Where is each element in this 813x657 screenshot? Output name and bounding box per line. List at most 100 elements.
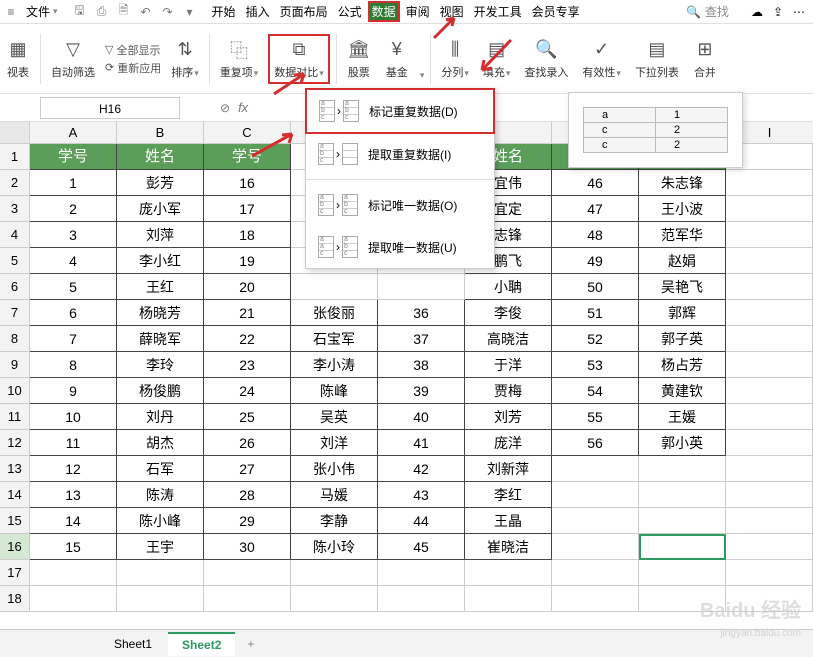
cell[interactable]: 于洋 — [465, 352, 552, 378]
split-button[interactable]: ⫼ 分列▾ — [437, 38, 473, 80]
cell[interactable]: 22 — [204, 326, 291, 352]
cell[interactable]: 郭小英 — [639, 430, 726, 456]
cell[interactable]: 50 — [552, 274, 639, 300]
datatype-more[interactable]: ▾ — [420, 70, 425, 81]
save-icon[interactable]: 🖫 — [72, 4, 88, 20]
cell[interactable]: 吴英 — [291, 404, 378, 430]
tab-formula[interactable]: 公式 — [334, 1, 366, 22]
cell[interactable]: 薛晓军 — [117, 326, 204, 352]
cell[interactable]: 13 — [30, 482, 117, 508]
cloud-icon[interactable]: ☁ — [751, 5, 763, 19]
extract-unique-item[interactable]: aac›abc 提取唯一数据(U) — [306, 226, 494, 268]
cell[interactable]: 王红 — [117, 274, 204, 300]
cell[interactable]: 石军 — [117, 456, 204, 482]
cell[interactable]: 37 — [378, 326, 465, 352]
cell[interactable]: 陈小玲 — [291, 534, 378, 560]
cell[interactable]: 5 — [30, 274, 117, 300]
tab-view[interactable]: 视图 — [436, 1, 468, 22]
mark-unique-item[interactable]: abc›abc 标记唯一数据(O) — [306, 184, 494, 226]
cell[interactable]: 11 — [30, 430, 117, 456]
cell[interactable]: 15 — [30, 534, 117, 560]
cell[interactable]: 46 — [552, 170, 639, 196]
row-header[interactable]: 14 — [0, 482, 30, 508]
row-header[interactable]: 12 — [0, 430, 30, 456]
cell[interactable]: 16 — [204, 170, 291, 196]
tab-dev[interactable]: 开发工具 — [470, 1, 526, 22]
cell[interactable]: 19 — [204, 248, 291, 274]
cell[interactable]: 49 — [552, 248, 639, 274]
extract-duplicate-item[interactable]: abc› 提取重复数据(I) — [306, 133, 494, 175]
sort-button[interactable]: ⇅ 排序▾ — [167, 38, 203, 80]
cell[interactable]: 张小伟 — [291, 456, 378, 482]
col-header-B[interactable]: B — [117, 122, 204, 144]
cell[interactable]: 黄建钦 — [639, 378, 726, 404]
cell[interactable]: 李静 — [291, 508, 378, 534]
cell[interactable]: 学号 — [204, 144, 291, 170]
cell[interactable]: 24 — [204, 378, 291, 404]
cell[interactable]: 马媛 — [291, 482, 378, 508]
cell[interactable]: 彭芳 — [117, 170, 204, 196]
cell[interactable] — [639, 456, 726, 482]
filter-button[interactable]: ▽ 自动筛选 — [47, 38, 99, 80]
cell[interactable]: 张俊丽 — [291, 300, 378, 326]
cell[interactable] — [291, 274, 378, 300]
cell[interactable] — [552, 482, 639, 508]
cell[interactable]: 小聃 — [465, 274, 552, 300]
cell[interactable]: 李俊 — [465, 300, 552, 326]
sheet-tab-2[interactable]: Sheet2 — [168, 632, 235, 656]
qat-more-icon[interactable]: ▾ — [182, 4, 198, 20]
row-header[interactable]: 9 — [0, 352, 30, 378]
pivot-button[interactable]: ▦ 视表 — [2, 38, 34, 80]
row-header[interactable]: 8 — [0, 326, 30, 352]
fx-icon[interactable]: fx — [238, 100, 248, 115]
cell[interactable] — [378, 274, 465, 300]
file-menu[interactable]: 文件 ▾ — [22, 1, 62, 22]
cell[interactable]: 36 — [378, 300, 465, 326]
row-header[interactable]: 5 — [0, 248, 30, 274]
cell[interactable]: 53 — [552, 352, 639, 378]
tab-insert[interactable]: 插入 — [242, 1, 274, 22]
cell[interactable]: 9 — [30, 378, 117, 404]
cell[interactable]: 庞洋 — [465, 430, 552, 456]
col-header-C[interactable]: C — [204, 122, 291, 144]
cell[interactable]: 陈峰 — [291, 378, 378, 404]
select-all-corner[interactable] — [0, 122, 30, 144]
cell[interactable]: 石宝军 — [291, 326, 378, 352]
cell[interactable]: 王晶 — [465, 508, 552, 534]
tab-layout[interactable]: 页面布局 — [276, 1, 332, 22]
cell[interactable]: 王宇 — [117, 534, 204, 560]
cell[interactable]: 25 — [204, 404, 291, 430]
cell[interactable]: 庞小军 — [117, 196, 204, 222]
cell[interactable]: 王媛 — [639, 404, 726, 430]
cell[interactable]: 范军华 — [639, 222, 726, 248]
cell[interactable]: 20 — [204, 274, 291, 300]
cell[interactable]: 14 — [30, 508, 117, 534]
cell[interactable]: 2 — [30, 196, 117, 222]
cell[interactable] — [639, 508, 726, 534]
cell[interactable]: 29 — [204, 508, 291, 534]
sheet-tab-1[interactable]: Sheet1 — [100, 633, 166, 655]
add-sheet-button[interactable]: + — [237, 633, 264, 655]
cell[interactable]: 54 — [552, 378, 639, 404]
cell[interactable]: 高晓洁 — [465, 326, 552, 352]
tab-review[interactable]: 审阅 — [402, 1, 434, 22]
cell[interactable]: 李小涛 — [291, 352, 378, 378]
cell[interactable]: 刘萍 — [117, 222, 204, 248]
cell[interactable]: 26 — [204, 430, 291, 456]
cell[interactable]: 39 — [378, 378, 465, 404]
search-button[interactable]: 🔍 查找 — [686, 3, 729, 20]
cell[interactable]: 41 — [378, 430, 465, 456]
cell[interactable]: 52 — [552, 326, 639, 352]
cell[interactable]: 赵娟 — [639, 248, 726, 274]
cell[interactable]: 40 — [378, 404, 465, 430]
cell[interactable]: 陈涛 — [117, 482, 204, 508]
row-header[interactable]: 7 — [0, 300, 30, 326]
cell[interactable]: 崔晓洁 — [465, 534, 552, 560]
cell[interactable]: 李小红 — [117, 248, 204, 274]
row-header[interactable]: 17 — [0, 560, 30, 586]
row-header[interactable]: 4 — [0, 222, 30, 248]
row-header[interactable]: 10 — [0, 378, 30, 404]
cell[interactable]: 42 — [378, 456, 465, 482]
dropdown-list-button[interactable]: ▤ 下拉列表 — [631, 38, 683, 80]
name-box[interactable]: H16 — [40, 97, 180, 119]
